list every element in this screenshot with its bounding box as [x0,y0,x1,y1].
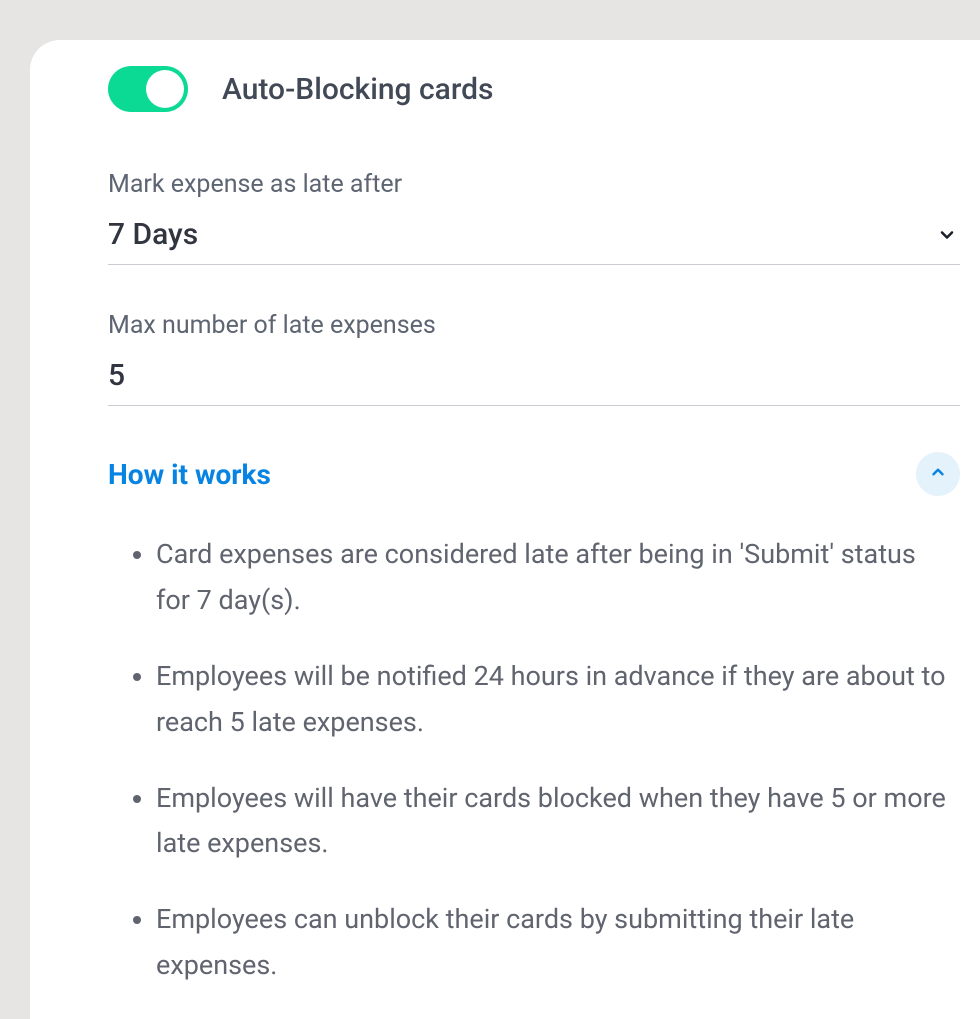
late-after-label: Mark expense as late after [108,170,960,199]
list-item: Employees will have their cards blocked … [156,776,958,868]
list-item: Card expenses are considered late after … [156,532,958,624]
late-after-value: 7 Days [108,217,198,252]
auto-blocking-label: Auto-Blocking cards [222,72,494,107]
max-late-field: Max number of late expenses [108,311,960,406]
max-late-input[interactable] [108,358,958,393]
how-it-works-header: How it works [108,452,960,496]
how-it-works-toggle[interactable]: How it works [108,458,271,491]
max-late-label: Max number of late expenses [108,311,960,340]
max-late-input-wrap [108,354,960,406]
auto-blocking-toggle[interactable] [108,66,188,112]
settings-panel: Auto-Blocking cards Mark expense as late… [30,40,980,1019]
toggle-knob [146,70,184,108]
chevron-up-icon [929,463,947,485]
late-after-field: Mark expense as late after 7 Days [108,170,960,265]
chevron-down-icon [936,224,958,246]
auto-blocking-row: Auto-Blocking cards [108,66,980,112]
how-it-works-list: Card expenses are considered late after … [108,532,958,989]
list-item: Employees will be notified 24 hours in a… [156,654,958,746]
collapse-button[interactable] [916,452,960,496]
late-after-select[interactable]: 7 Days [108,213,960,265]
list-item: Employees can unblock their cards by sub… [156,897,958,989]
